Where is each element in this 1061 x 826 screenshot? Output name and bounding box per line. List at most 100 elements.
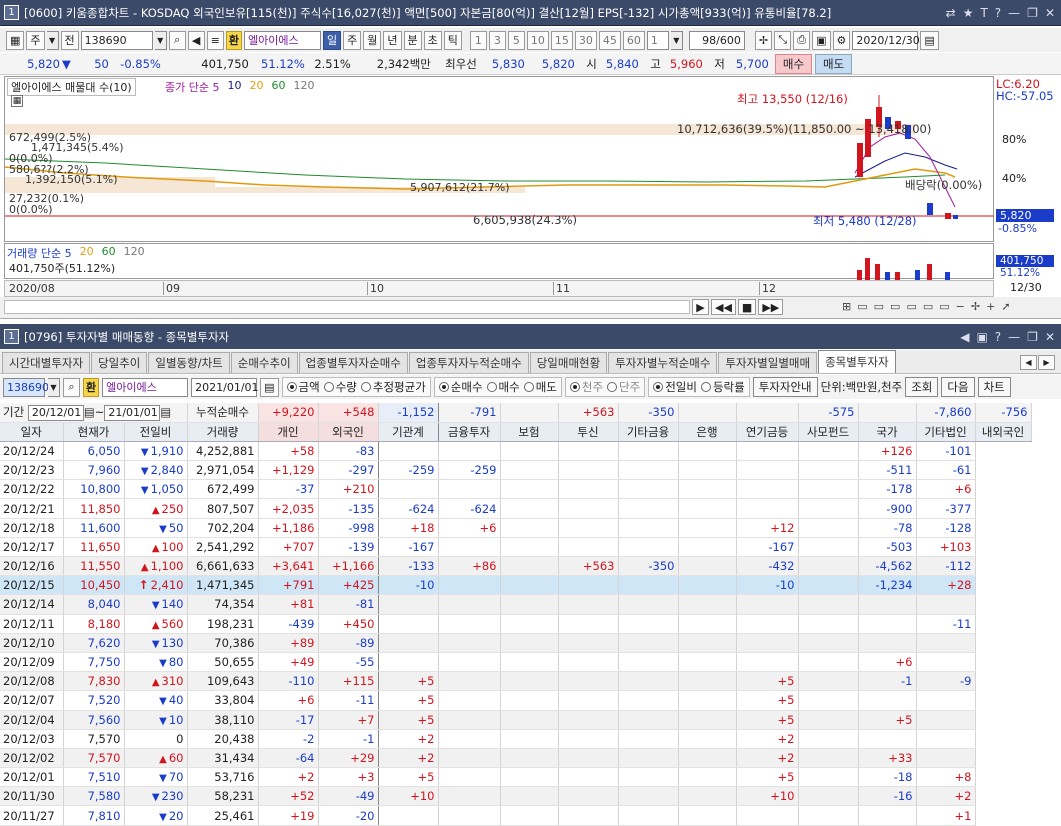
window-icon[interactable]: ▣ bbox=[976, 330, 987, 344]
menu-icon[interactable]: ≡ bbox=[206, 30, 224, 50]
net-buy-radio[interactable]: 순매수 bbox=[438, 379, 483, 395]
buy-button[interactable]: 매수 bbox=[774, 53, 813, 74]
tab-time-investor[interactable]: 시간대별투자자 bbox=[2, 352, 91, 373]
minimize-icon[interactable]: — bbox=[1008, 6, 1020, 20]
stop-icon[interactable]: ■ bbox=[737, 299, 757, 315]
date-input[interactable]: 2020/12/30 bbox=[852, 30, 920, 50]
column-header[interactable]: 국가 bbox=[858, 422, 917, 442]
period-to-input[interactable]: 21/01/01 bbox=[104, 404, 161, 421]
tab-intraday-trading[interactable]: 당일매매현황 bbox=[529, 352, 608, 373]
buy-radio[interactable]: 매수 bbox=[486, 379, 520, 395]
interval-45-button[interactable]: 45 bbox=[598, 30, 621, 50]
rewind-icon[interactable]: ◀◀ bbox=[711, 299, 736, 315]
sell-button[interactable]: 매도 bbox=[815, 53, 853, 74]
speaker-icon[interactable]: ◀ bbox=[187, 30, 205, 50]
table-icon[interactable]: ▦ bbox=[11, 95, 23, 107]
layout-icon[interactable]: ▭ bbox=[890, 300, 900, 313]
link-icon[interactable]: ⇄ bbox=[946, 6, 956, 20]
interval-15-button[interactable]: 15 bbox=[550, 30, 573, 50]
sell-radio[interactable]: 매도 bbox=[523, 379, 557, 395]
period-tick-button[interactable]: 틱 bbox=[443, 30, 462, 50]
column-header[interactable]: 사모펀드 bbox=[798, 422, 859, 442]
table-row[interactable]: 20/12/1510,4502,4101,471,345+791+425-10-… bbox=[0, 575, 1031, 596]
table-row[interactable]: 20/12/097,7508050,655+49-55 +6 bbox=[0, 652, 1031, 673]
investor-guide-button[interactable]: 투자자안내 bbox=[752, 377, 818, 397]
quantity-radio[interactable]: 수량 bbox=[323, 379, 357, 395]
prev-day-radio[interactable]: 전일비 bbox=[653, 379, 697, 395]
interval-60-button[interactable]: 60 bbox=[622, 30, 645, 50]
calendar-icon[interactable]: ▤ bbox=[160, 405, 171, 419]
price-chart-pane[interactable]: 엘아이에스 매물대 수(10) ▦ 종가 단순 5 10 20 60 120 6… bbox=[4, 76, 995, 242]
interval-10-button[interactable]: 10 bbox=[526, 30, 549, 50]
tab-stock-investor[interactable]: 종목별투자자 bbox=[818, 350, 896, 373]
column-header[interactable]: 연기금등 bbox=[736, 422, 799, 442]
chart-button[interactable]: 차트 bbox=[977, 377, 1011, 397]
change-rate-radio[interactable]: 등락률 bbox=[700, 379, 745, 395]
table-row[interactable]: 20/12/03 7,570 0 20,438 -2 -1 +2 +2 bbox=[0, 729, 1031, 749]
restore-icon[interactable]: ❐ bbox=[1027, 330, 1038, 344]
table-row[interactable]: 20/12/077,5204033,804+6-11+5+5 bbox=[0, 690, 1031, 711]
close-icon[interactable]: ✕ bbox=[1045, 330, 1055, 344]
count-input[interactable]: 98/600 bbox=[688, 30, 745, 50]
stock-code-input[interactable]: 138690 bbox=[3, 377, 49, 397]
period-second-button[interactable]: 초 bbox=[423, 30, 442, 50]
interval-input[interactable]: 1 bbox=[646, 30, 669, 50]
minimize-icon[interactable]: — bbox=[1008, 330, 1020, 344]
chevron-down-icon[interactable]: ▼ bbox=[670, 30, 683, 50]
column-header[interactable]: 개인 bbox=[258, 422, 319, 442]
period-week-button[interactable]: 주 bbox=[343, 30, 362, 50]
draw-icon[interactable]: ⤡ bbox=[774, 30, 792, 50]
column-header[interactable]: 은행 bbox=[678, 422, 737, 442]
search-icon[interactable]: ⌕ bbox=[168, 30, 186, 50]
layout-icon[interactable]: ▭ bbox=[906, 300, 916, 313]
table-row[interactable]: 20/12/246,0501,9104,252,881+58-83 +126-10… bbox=[0, 441, 1031, 462]
avg-price-radio[interactable]: 추정평균가 bbox=[360, 379, 426, 395]
table-row[interactable]: 20/12/148,04014074,354+81-81 bbox=[0, 594, 1031, 615]
table-row[interactable]: 20/12/107,62013070,386+89-89 bbox=[0, 633, 1031, 653]
tab-daily-chart[interactable]: 일별동향/차트 bbox=[148, 352, 230, 373]
period-minute-button[interactable]: 분 bbox=[403, 30, 422, 50]
column-header[interactable]: 거래량 bbox=[187, 422, 259, 442]
table-row[interactable]: 20/12/027,5706031,434-64+29+2+2+33 bbox=[0, 748, 1031, 769]
table-row[interactable]: 20/12/1711,6501002,541,292+707-139-167-1… bbox=[0, 537, 1031, 558]
tab-net-buy-trend[interactable]: 순매수추이 bbox=[230, 352, 298, 373]
table-row[interactable]: 20/12/017,5107053,716+2+3+5+5-18+8 bbox=[0, 767, 1031, 788]
query-button[interactable]: 조회 bbox=[905, 377, 939, 397]
layout-icon[interactable]: ▭ bbox=[874, 300, 884, 313]
column-header[interactable]: 기타법인 bbox=[916, 422, 976, 442]
chevron-down-icon[interactable]: ▼ bbox=[46, 30, 59, 50]
column-header[interactable]: 금융투자 bbox=[438, 422, 501, 442]
column-header[interactable]: 내외국인 bbox=[975, 422, 1032, 442]
period-day-button[interactable]: 일 bbox=[323, 30, 342, 50]
period-year-button[interactable]: 년 bbox=[383, 30, 402, 50]
crosshair-icon[interactable]: ✢ bbox=[971, 300, 980, 313]
table-row[interactable]: 20/12/118,180560198,231-439+450 -11 bbox=[0, 614, 1031, 634]
tab-scroll-right-icon[interactable]: ▶ bbox=[1038, 355, 1055, 370]
search-icon[interactable]: ⌕ bbox=[63, 377, 80, 397]
help-icon[interactable]: ? bbox=[995, 6, 1001, 20]
column-header[interactable]: 현재가 bbox=[63, 422, 125, 442]
star-icon[interactable]: ★ bbox=[963, 6, 974, 20]
text-size-icon[interactable]: T bbox=[980, 6, 987, 20]
crosshair-icon[interactable]: ✢ bbox=[754, 30, 773, 50]
table-row[interactable]: 20/12/047,5601038,110-17+7+5+5+5 bbox=[0, 710, 1031, 730]
calendar-icon[interactable]: ▤ bbox=[260, 377, 279, 397]
column-header[interactable]: 투신 bbox=[558, 422, 619, 442]
type-select[interactable]: 전 bbox=[60, 30, 79, 50]
grid-icon[interactable]: ▦ bbox=[6, 30, 25, 50]
table-row[interactable]: 20/12/2111,850250807,507+2,035-135-624-6… bbox=[0, 498, 1031, 519]
interval-1-button[interactable]: 1 bbox=[469, 30, 487, 50]
single-shares-radio[interactable]: 단주 bbox=[607, 379, 640, 395]
zoom-fit-icon[interactable]: ⊞ bbox=[842, 300, 851, 313]
table-row[interactable]: 20/11/277,8102025,461+19-20 +1 bbox=[0, 805, 1031, 826]
tab-sector-net-buy[interactable]: 업종별투자자순매수 bbox=[298, 352, 408, 373]
calendar-icon[interactable]: ▤ bbox=[84, 405, 95, 419]
next-button[interactable]: 다음 bbox=[941, 377, 975, 397]
date-input[interactable]: 2021/01/01 bbox=[191, 377, 259, 397]
tab-investor-cum-net-buy[interactable]: 투자자별누적순매수 bbox=[608, 352, 718, 373]
restore-icon[interactable]: ❐ bbox=[1027, 6, 1038, 20]
column-header[interactable]: 전일비 bbox=[124, 422, 188, 442]
calendar-icon[interactable]: ▤ bbox=[920, 30, 939, 50]
tab-sector-cum-net-buy[interactable]: 업종투자자누적순매수 bbox=[408, 352, 529, 373]
chart-scrollbar[interactable] bbox=[4, 300, 690, 314]
